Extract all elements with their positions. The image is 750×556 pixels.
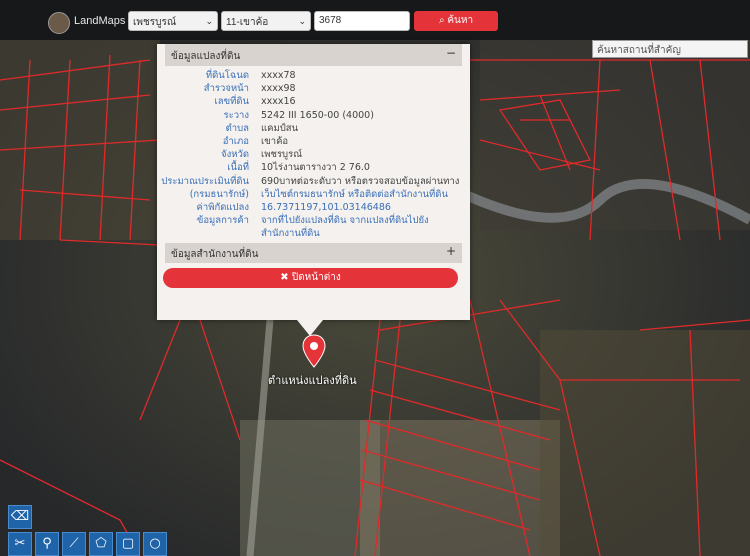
info-row: เนื้อที่ 10ไร่งานตารางวา 2 76.0	[157, 161, 470, 174]
info-link[interactable]: เว็บไซต์กรมธนารักษ์ หรือติดต่อสำนักงานที…	[261, 188, 448, 201]
info-link[interactable]: สำนักงานที่ดิน	[261, 227, 320, 240]
info-value: xxxx78	[261, 70, 296, 81]
map-pin-icon[interactable]	[301, 334, 327, 368]
info-row: เลขที่ดิน xxxx16	[157, 95, 470, 108]
parcel-number-value: 3678	[319, 15, 342, 26]
chevron-down-icon: ⌄	[205, 16, 213, 26]
province-select[interactable]: เพชรบูรณ์ ⌄	[128, 11, 218, 31]
land-office-title: ข้อมูลสำนักงานที่ดิน	[171, 249, 259, 260]
circle-icon[interactable]: ○	[143, 532, 167, 556]
polygon-icon[interactable]: ⬠	[89, 532, 113, 556]
info-row: ข้อมูลการค้า จากที่ไปยังแปลงที่ดิน จากแปล…	[157, 214, 470, 227]
district-value: 11-เขาค้อ	[226, 17, 269, 28]
info-link[interactable]: 16.7371197,101.03146486	[261, 201, 391, 214]
parcel-info-popup: ข้อมูลแปลงที่ดิน − ที่ดินโฉนด xxxx78 สำรวจ…	[157, 44, 470, 336]
info-label: ข้อมูลการค้า	[196, 215, 249, 227]
info-row: อำเภอ เขาค้อ	[157, 135, 470, 148]
info-label: สำรวจหน้า	[203, 83, 249, 95]
info-label: ตำบล	[225, 122, 249, 134]
info-label: (กรมธนารักษ์)	[189, 188, 249, 200]
info-label: จังหวัด	[221, 149, 249, 161]
province-value: เพชรบูรณ์	[133, 17, 177, 28]
info-label: อำเภอ	[222, 135, 249, 147]
search-icon: ⌕	[438, 15, 445, 26]
info-value: เพชรบูรณ์	[261, 149, 303, 161]
info-row: (กรมธนารักษ์) เว็บไซต์กรมธนารักษ์ หรือติด…	[157, 188, 470, 201]
marker-label: ตำแหน่งแปลงที่ดิน	[268, 375, 357, 387]
info-row: จังหวัด เพชรบูรณ์	[157, 148, 470, 161]
top-bar: LandMaps เพชรบูรณ์ ⌄ 11-เขาค้อ ⌄ 3678 ⌕ …	[0, 0, 750, 40]
marker-icon[interactable]: ⚲	[35, 532, 59, 556]
info-label: ค่าพิกัดแปลง	[196, 201, 250, 213]
plus-icon[interactable]: +	[446, 244, 456, 258]
info-row: ตำบล แคมป์สน	[157, 122, 470, 135]
info-value: แคมป์สน	[261, 122, 299, 134]
search-button[interactable]: ⌕ ค้นหา	[414, 11, 498, 31]
info-label	[157, 227, 261, 240]
minus-icon[interactable]: −	[446, 46, 456, 60]
parcel-info-header[interactable]: ข้อมูลแปลงที่ดิน −	[165, 44, 462, 66]
info-row: ระวาง 5242 III 1650-00 (4000)	[157, 109, 470, 122]
district-select[interactable]: 11-เขาค้อ ⌄	[221, 11, 311, 31]
logo	[48, 12, 70, 34]
parcel-number-input[interactable]: 3678	[314, 11, 410, 31]
eraser-icon[interactable]: ⌫	[8, 505, 32, 529]
info-label: ที่ดินโฉนด	[205, 70, 249, 81]
close-window-button[interactable]: ✖ ปิดหน้าต่าง	[163, 268, 458, 288]
close-icon: ✖	[280, 272, 289, 283]
info-label: ระวาง	[223, 109, 249, 121]
popup-scrollbar[interactable]	[463, 46, 469, 318]
info-label: เนื้อที่	[227, 162, 249, 174]
info-value: 10ไร่งานตารางวา 2 76.0	[261, 162, 370, 174]
brand-name: LandMaps	[74, 15, 126, 27]
info-value: xxxx16	[261, 96, 296, 108]
rectangle-icon[interactable]: ▢	[116, 532, 140, 556]
info-link[interactable]: จากที่ไปยังแปลงที่ดิน จากแปลงที่ดินไปยัง	[261, 214, 429, 227]
info-value: 690บาทต่อระดับวา หรือตรวจสอบข้อมูลผ่านทา…	[261, 175, 460, 187]
info-label: ประมาณประเมินที่ดิน	[161, 175, 249, 187]
info-row: ประมาณประเมินที่ดิน 690บาทต่อระดับวา หรือ…	[157, 175, 470, 188]
parcel-info-title: ข้อมูลแปลงที่ดิน	[171, 51, 241, 62]
info-value: เขาค้อ	[261, 135, 289, 147]
close-window-label: ปิดหน้าต่าง	[291, 272, 341, 283]
info-row: สำนักงานที่ดิน	[157, 227, 470, 240]
scissors-icon[interactable]: ✂	[8, 532, 32, 556]
chevron-down-icon: ⌄	[298, 16, 306, 26]
polyline-icon[interactable]: ⟋	[62, 532, 86, 556]
info-row: ที่ดินโฉนด xxxx78	[157, 69, 470, 82]
info-value: 5242 III 1650-00 (4000)	[261, 109, 374, 121]
info-value: xxxx98	[261, 83, 296, 95]
place-search-input[interactable]: ค้นหาสถานที่สำคัญ	[592, 40, 748, 58]
info-row: ค่าพิกัดแปลง 16.7371197,101.03146486	[157, 201, 470, 214]
land-office-header[interactable]: ข้อมูลสำนักงานที่ดิน +	[165, 243, 462, 263]
info-row: สำรวจหน้า xxxx98	[157, 82, 470, 95]
search-label: ค้นหา	[447, 15, 474, 26]
parcel-info-rows: ที่ดินโฉนด xxxx78 สำรวจหน้า xxxx98 เลขที่ดิน…	[157, 69, 470, 240]
info-label: เลขที่ดิน	[214, 96, 250, 108]
place-search-placeholder: ค้นหาสถานที่สำคัญ	[597, 45, 681, 56]
